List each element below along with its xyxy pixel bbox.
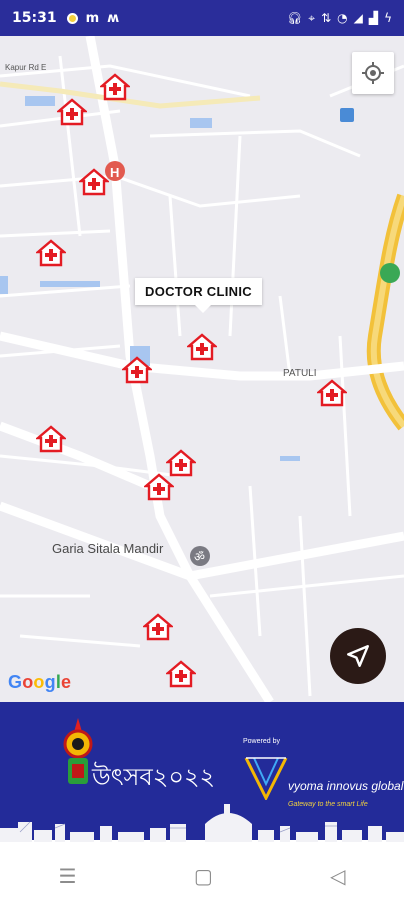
crosshair-icon (362, 62, 384, 84)
area-label: PATULI (283, 368, 317, 379)
hospital-marker[interactable] (142, 472, 176, 502)
road-label: Kapur Rd E (5, 63, 47, 72)
google-letter: o (22, 672, 34, 692)
m-alt-icon: ʍ (107, 10, 120, 26)
google-letter: e (61, 672, 72, 692)
system-navigation-bar: ☰ ▢ ◁ (0, 852, 404, 900)
battery-charging-icon: ϟ (384, 11, 392, 25)
data-icon: ⇅ (321, 11, 332, 25)
wifi-icon: ◔ (337, 11, 348, 25)
google-letter: g (44, 672, 56, 692)
signal-icon: ◢ (353, 11, 363, 25)
google-attribution: Google (8, 672, 71, 693)
sponsor-banner: উৎসব২০২২ Powered by vyoma innovus global… (0, 702, 404, 852)
status-bar: 15:31 m ʍ 🎧︎ ⌖ ⇅ ◔ ◢ ▟ ϟ (0, 0, 404, 36)
hospital-marker[interactable] (164, 659, 198, 689)
hospital-marker[interactable] (34, 424, 68, 454)
location-icon: ⌖ (308, 10, 316, 25)
notification-dot-icon (66, 12, 78, 24)
vyoma-brand-name: vyoma innovus global (288, 779, 404, 793)
hospital-marker[interactable] (55, 97, 89, 127)
hospital-marker[interactable] (185, 332, 219, 362)
recent-apps-button[interactable]: ☰ (59, 864, 77, 888)
marker-info-tooltip[interactable]: DOCTOR CLINIC (135, 278, 262, 313)
vyoma-logo-icon (244, 757, 288, 800)
m-icon: m (85, 10, 100, 26)
place-label: Garia Sitala Mandir (52, 541, 164, 556)
navigation-arrow-icon (347, 645, 369, 667)
powered-by-label: Powered by (243, 738, 280, 745)
google-letter: G (8, 672, 23, 692)
hospital-marker[interactable] (315, 378, 349, 408)
hospital-marker[interactable] (98, 72, 132, 102)
hospital-marker[interactable] (120, 355, 154, 385)
hospital-marker[interactable] (77, 167, 111, 197)
hospital-marker[interactable] (34, 238, 68, 268)
map-roads: H ॐ (0, 36, 404, 702)
hospital-marker[interactable] (141, 612, 175, 642)
headset-icon: 🎧︎ (287, 11, 303, 25)
signal-bars-icon: ▟ (368, 11, 379, 25)
google-letter: o (33, 672, 45, 692)
svg-text:ॐ: ॐ (194, 550, 205, 564)
festival-title: উৎসব২০২২ (92, 763, 216, 791)
svg-text:H: H (110, 165, 119, 180)
home-button[interactable]: ▢ (194, 864, 213, 888)
back-button[interactable]: ◁ (330, 864, 345, 888)
city-skyline-illustration (0, 804, 404, 852)
my-location-button[interactable] (352, 52, 394, 94)
navigate-button[interactable] (330, 628, 386, 684)
status-time: 15:31 (12, 10, 57, 26)
map-view[interactable]: H ॐ Kapur Rd E PATULI Garia Sitala Mandi… (0, 36, 404, 702)
